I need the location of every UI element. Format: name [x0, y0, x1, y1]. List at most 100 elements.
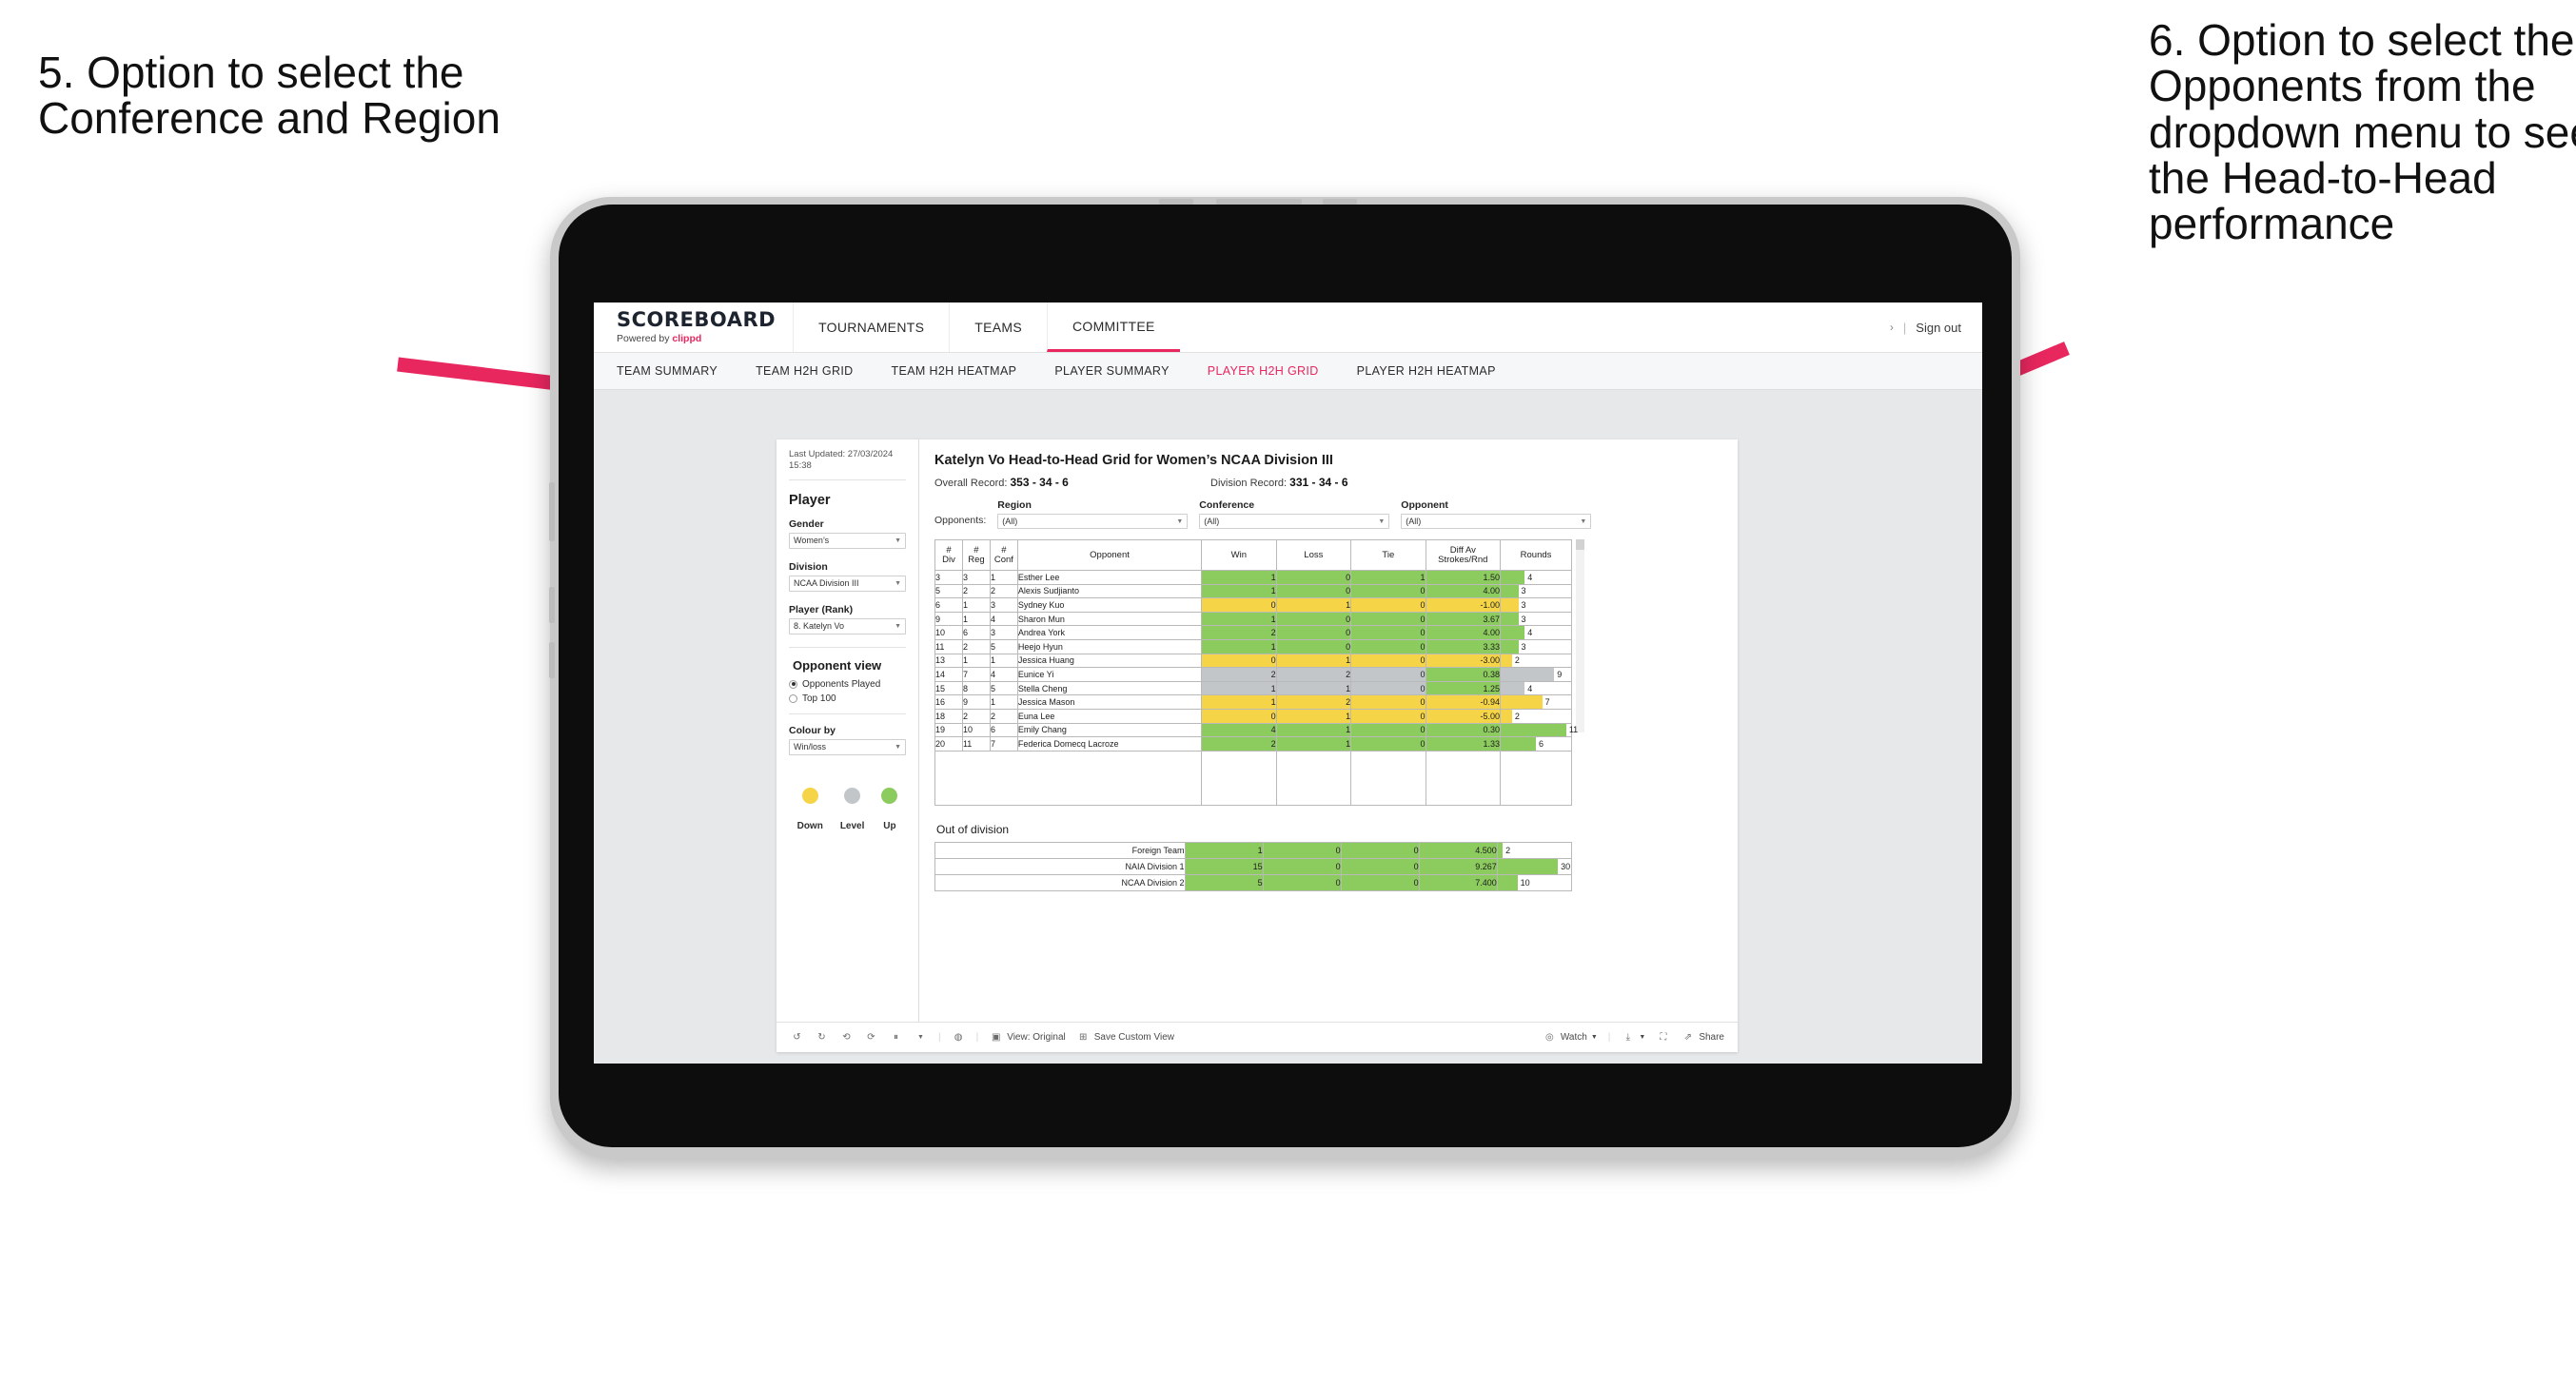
- select-division[interactable]: NCAA Division III ▼: [789, 575, 906, 592]
- cell-loss: 0: [1262, 873, 1342, 891]
- subnav-player-h2h-heatmap[interactable]: PLAYER H2H HEATMAP: [1357, 364, 1496, 378]
- table-row[interactable]: 19 10 6 Emily Chang 4 1 0 0.30 11: [934, 722, 1578, 738]
- radio-top-100[interactable]: Top 100: [789, 693, 906, 704]
- header-separator: |: [1902, 320, 1907, 335]
- logo-title: SCOREBOARD: [617, 308, 777, 331]
- cell-opponent: Heejo Hyun: [1016, 638, 1203, 654]
- cell-reg: 10: [961, 722, 991, 738]
- refresh-icon[interactable]: ⟳: [864, 1030, 878, 1044]
- chevron-down-icon[interactable]: ▼: [914, 1030, 928, 1044]
- table-row-empty: [934, 751, 1572, 806]
- cell-conf: 5: [989, 638, 1018, 654]
- select-region[interactable]: (All) ▼: [997, 514, 1189, 529]
- table-row[interactable]: 20 11 7 Federica Domecq Lacroze 2 1 0 1.33 6: [934, 736, 1572, 752]
- nav-tab-teams[interactable]: TEAMS: [949, 303, 1047, 352]
- fullscreen-icon[interactable]: ⛶: [1656, 1030, 1670, 1044]
- share-label: Share: [1699, 1032, 1724, 1043]
- cell-group-name: Foreign Team: [934, 841, 1186, 859]
- label-colour-by: Colour by: [789, 724, 836, 736]
- cell-diff: 1.33: [1425, 736, 1502, 752]
- chevron-down-icon: ▼: [1580, 517, 1587, 525]
- header-user-area: › | Sign out: [1890, 303, 1982, 352]
- subnav-team-summary[interactable]: TEAM SUMMARY: [617, 364, 718, 378]
- out-of-division-row[interactable]: NAIA Division 1 15 0 0 9.267 30: [934, 857, 1573, 875]
- chevron-down-icon: ▼: [895, 537, 901, 544]
- cell-rounds: 2: [1496, 841, 1573, 859]
- select-colour-by[interactable]: Win/loss ▼: [789, 738, 906, 755]
- cell-tie: 0: [1350, 638, 1426, 654]
- table-row[interactable]: 10 6 3 Andrea York 2 0 0 4.00 4: [934, 625, 1572, 640]
- download-button[interactable]: ⤓ ▼: [1621, 1030, 1646, 1044]
- sign-out-link[interactable]: Sign out: [1916, 321, 1961, 335]
- select-opponent[interactable]: (All) ▼: [1401, 514, 1592, 529]
- cell-win: 1: [1201, 694, 1277, 710]
- logo-powered-prefix: Powered by: [617, 333, 673, 344]
- rounds-value: 9: [1557, 669, 1563, 679]
- rounds-value: 10: [1520, 877, 1530, 888]
- subnav-player-h2h-grid[interactable]: PLAYER H2H GRID: [1208, 364, 1319, 378]
- grid-vertical-scrollbar[interactable]: [1576, 539, 1584, 732]
- undo-icon[interactable]: ↺: [790, 1030, 804, 1044]
- app-logo[interactable]: SCOREBOARD Powered by clippd: [594, 303, 793, 352]
- cell-tie: 0: [1350, 625, 1426, 640]
- table-row[interactable]: 6 1 3 Sydney Kuo 0 1 0 -1.00 3: [934, 597, 1572, 613]
- cell-tie: 0: [1350, 736, 1426, 752]
- cell-rounds: 10: [1496, 873, 1573, 891]
- table-row[interactable]: 13 1 1 Jessica Huang 0 1 0 -3.00 2: [934, 653, 1572, 669]
- revert-icon[interactable]: ⟲: [839, 1030, 854, 1044]
- nav-tab-committee[interactable]: COMMITTEE: [1046, 303, 1180, 352]
- table-row[interactable]: 15 8 5 Stella Cheng 1 1 0 1.25 4: [934, 680, 1572, 696]
- view-original-button[interactable]: ▣ View: Original: [989, 1030, 1066, 1044]
- cell-loss: 1: [1275, 722, 1352, 738]
- select-player-rank[interactable]: 8. Katelyn Vo ▼: [789, 617, 906, 634]
- cell-opponent: Sydney Kuo: [1016, 597, 1203, 613]
- select-conference[interactable]: (All) ▼: [1199, 514, 1390, 529]
- user-chevron-icon[interactable]: ›: [1890, 321, 1894, 334]
- save-custom-view-button[interactable]: ⊞ Save Custom View: [1076, 1030, 1174, 1044]
- table-row[interactable]: 18 2 2 Euna Lee 0 1 0 -5.00 2: [934, 708, 1572, 724]
- cell-opponent: Euna Lee: [1016, 708, 1203, 724]
- cell-rounds: 6: [1500, 736, 1572, 752]
- cell-diff: 4.500: [1418, 841, 1498, 859]
- watch-icon: ◎: [1544, 1032, 1554, 1043]
- watch-button[interactable]: ◎ Watch ▼: [1543, 1030, 1598, 1044]
- rounds-value: 4: [1527, 628, 1533, 638]
- share-button[interactable]: ⇗ Share: [1681, 1030, 1724, 1044]
- filter-opponent: Opponent (All) ▼: [1401, 499, 1592, 529]
- out-of-division-row[interactable]: Foreign Team 1 0 0 4.500 2: [934, 841, 1573, 859]
- table-row[interactable]: 16 9 1 Jessica Mason 1 2 0 -0.94 7: [934, 694, 1572, 710]
- rounds-value: 7: [1544, 697, 1550, 708]
- cell-win: 2: [1201, 625, 1277, 640]
- alerts-icon[interactable]: ◍: [952, 1030, 966, 1044]
- cell-tie: 0: [1340, 857, 1420, 875]
- radio-opponents-played[interactable]: Opponents Played: [789, 679, 906, 690]
- view-icon: ▣: [991, 1032, 1001, 1043]
- logo-brand: clippd: [672, 333, 702, 344]
- redo-icon[interactable]: ↻: [815, 1030, 829, 1044]
- table-row[interactable]: 11 2 5 Heejo Hyun 1 0 0 3.33 3: [934, 638, 1572, 654]
- select-division-value: NCAA Division III: [794, 578, 859, 589]
- cell-rounds: 3: [1500, 638, 1572, 654]
- cell-reg: 2: [961, 708, 991, 724]
- field-gender: Gender Women’s ▼: [789, 518, 906, 549]
- table-row[interactable]: 14 7 4 Eunice Yi 2 2 0 0.38 9: [934, 667, 1572, 682]
- rounds-value: 30: [1561, 861, 1571, 871]
- primary-nav: TOURNAMENTS TEAMS COMMITTEE: [793, 303, 1180, 352]
- subnav-team-h2h-grid[interactable]: TEAM H2H GRID: [756, 364, 853, 378]
- grid-col-header: # Reg: [961, 539, 991, 571]
- cell-rounds: 11: [1500, 722, 1578, 738]
- table-row[interactable]: 3 3 1 Esther Lee 1 0 1 1.50 4: [934, 570, 1572, 585]
- cell-win: 0: [1201, 653, 1277, 669]
- rounds-value: 2: [1505, 845, 1511, 855]
- subnav-player-summary[interactable]: PLAYER SUMMARY: [1054, 364, 1169, 378]
- nav-tab-tournaments[interactable]: TOURNAMENTS: [793, 303, 949, 352]
- subnav-team-h2h-heatmap[interactable]: TEAM H2H HEATMAP: [892, 364, 1017, 378]
- table-row[interactable]: 5 2 2 Alexis Sudjianto 1 0 0 4.00 3: [934, 583, 1572, 599]
- table-row[interactable]: 9 1 4 Sharon Mun 1 0 0 3.67 3: [934, 611, 1572, 627]
- select-gender[interactable]: Women’s ▼: [789, 532, 906, 549]
- pause-icon[interactable]: ⏸: [889, 1030, 903, 1044]
- divider: [789, 646, 906, 648]
- cell-div: 16: [934, 694, 963, 710]
- scrollbar-thumb[interactable]: [1576, 539, 1584, 550]
- out-of-division-row[interactable]: NCAA Division 2 5 0 0 7.400 10: [934, 873, 1573, 891]
